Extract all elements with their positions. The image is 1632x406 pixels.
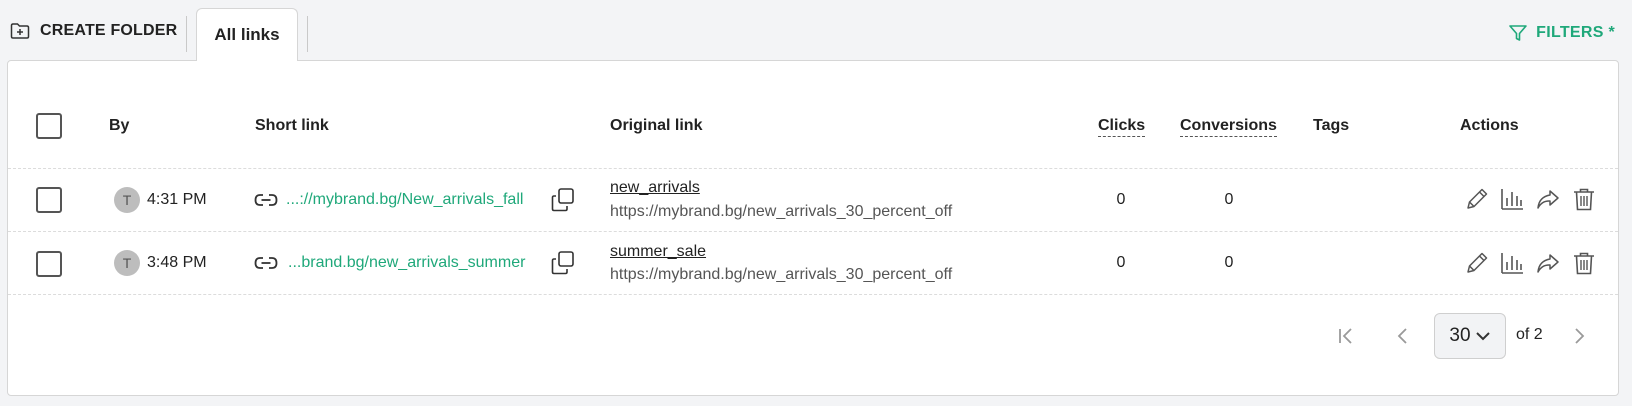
tab-all-links[interactable]: All links (196, 8, 298, 61)
avatar: T (114, 250, 140, 276)
stats-icon[interactable] (1499, 250, 1525, 276)
page-size-select[interactable]: 30 (1434, 313, 1506, 359)
tab-divider (307, 16, 308, 52)
copy-icon[interactable] (550, 250, 576, 276)
copy-icon[interactable] (550, 187, 576, 213)
clicks-count: 0 (1116, 254, 1126, 271)
conversions-count: 0 (1224, 191, 1234, 208)
filters-label: FILTERS * (1536, 24, 1615, 41)
trash-icon[interactable] (1571, 186, 1597, 212)
previous-page-icon[interactable] (1392, 325, 1414, 347)
original-link-url: https://mybrand.bg/new_arrivals_30_perce… (610, 203, 953, 220)
share-icon[interactable] (1535, 250, 1561, 276)
first-page-icon[interactable] (1335, 325, 1357, 347)
filters-button[interactable]: FILTERS * (1508, 23, 1615, 43)
created-time: 4:31 PM (147, 191, 207, 208)
page-count-label: of 2 (1516, 326, 1543, 343)
chevron-down-icon (1475, 332, 1490, 341)
top-toolbar: CREATE FOLDER All links FILTERS * (0, 0, 1632, 61)
short-link[interactable]: ...://mybrand.bg/New_arrivals_fall (286, 191, 523, 209)
link-icon (254, 194, 278, 206)
row-checkbox[interactable] (36, 187, 62, 213)
column-header-clicks[interactable]: Clicks (1098, 117, 1146, 137)
row-separator (8, 294, 1618, 295)
select-all-checkbox[interactable] (36, 113, 62, 139)
row-separator (8, 231, 1618, 232)
trash-icon[interactable] (1571, 250, 1597, 276)
column-header-original-link: Original link (610, 117, 703, 134)
create-folder-button[interactable]: CREATE FOLDER (10, 22, 177, 40)
link-icon (254, 257, 278, 269)
original-link-title[interactable]: summer_sale (610, 243, 706, 261)
avatar: T (114, 187, 140, 213)
column-header-conversions[interactable]: Conversions (1180, 117, 1277, 137)
row-separator (8, 168, 1618, 169)
column-header-tags: Tags (1313, 117, 1350, 134)
row-checkbox[interactable] (36, 251, 62, 277)
clicks-count: 0 (1116, 191, 1126, 208)
tab-divider (186, 16, 187, 52)
page-size-value: 30 (1449, 325, 1471, 346)
next-page-icon[interactable] (1568, 325, 1590, 347)
conversions-count: 0 (1224, 254, 1234, 271)
column-header-actions: Actions (1460, 117, 1519, 134)
filter-icon (1509, 25, 1527, 41)
column-header-by: By (109, 117, 130, 134)
folder-plus-icon (10, 23, 30, 39)
create-folder-label: CREATE FOLDER (40, 22, 178, 39)
short-link[interactable]: ...brand.bg/new_arrivals_summer (288, 254, 525, 272)
share-icon[interactable] (1535, 186, 1561, 212)
links-table-panel (7, 60, 1619, 396)
edit-icon[interactable] (1464, 186, 1490, 212)
created-time: 3:48 PM (147, 254, 207, 271)
column-header-short-link: Short link (255, 117, 329, 134)
stats-icon[interactable] (1499, 186, 1525, 212)
original-link-url: https://mybrand.bg/new_arrivals_30_perce… (610, 266, 953, 283)
original-link-title[interactable]: new_arrivals (610, 179, 700, 197)
edit-icon[interactable] (1464, 250, 1490, 276)
tab-all-links-label: All links (214, 25, 280, 44)
